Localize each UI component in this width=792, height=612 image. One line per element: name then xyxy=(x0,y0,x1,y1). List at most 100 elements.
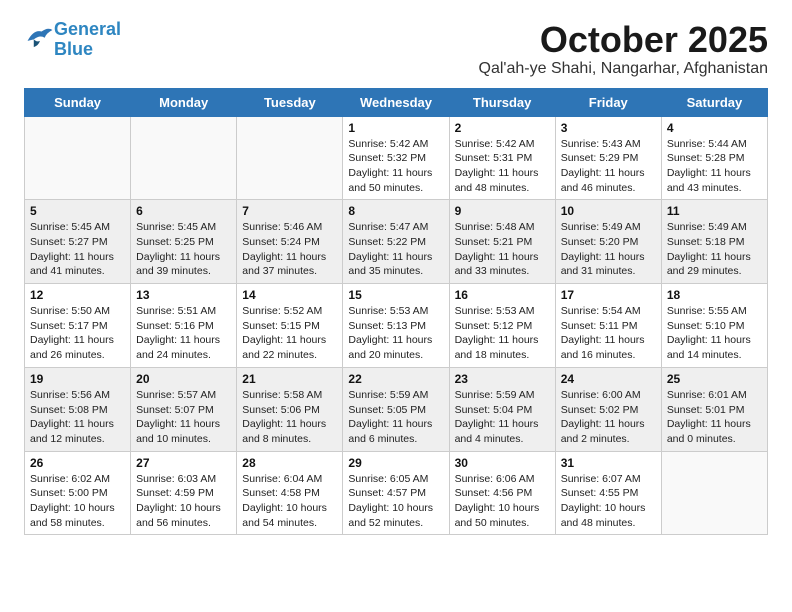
calendar-cell: 11Sunrise: 5:49 AM Sunset: 5:18 PM Dayli… xyxy=(661,200,767,284)
logo-blue: Blue xyxy=(54,39,93,59)
weekday-header-sunday: Sunday xyxy=(25,88,131,116)
day-info: Sunrise: 5:53 AM Sunset: 5:13 PM Dayligh… xyxy=(348,304,443,363)
day-info: Sunrise: 6:02 AM Sunset: 5:00 PM Dayligh… xyxy=(30,472,125,531)
day-number: 6 xyxy=(136,204,231,218)
day-info: Sunrise: 5:56 AM Sunset: 5:08 PM Dayligh… xyxy=(30,388,125,447)
day-info: Sunrise: 5:44 AM Sunset: 5:28 PM Dayligh… xyxy=(667,137,762,196)
calendar-cell: 13 Sunrise: 5:51 AM Sunset: 5:16 PM Dayli… xyxy=(131,284,237,368)
day-number: 9 xyxy=(455,204,550,218)
calendar-cell: 15 Sunrise: 5:53 AM Sunset: 5:13 PM Dayli… xyxy=(343,284,449,368)
day-info: Sunrise: 5:52 AM Sunset: 5:15 PM Dayligh… xyxy=(242,304,337,363)
day-info: Sunrise: 6:01 AM Sunset: 5:01 PM Dayligh… xyxy=(667,388,762,447)
day-number: 21 xyxy=(242,372,337,386)
day-number: 29 xyxy=(348,456,443,470)
calendar-cell: 3 Sunrise: 5:43 AM Sunset: 5:29 PM Daylig… xyxy=(555,116,661,200)
day-number: 15 xyxy=(348,288,443,302)
logo-icon xyxy=(26,25,54,49)
weekday-header-monday: Monday xyxy=(131,88,237,116)
calendar-cell: 7 Sunrise: 5:46 AM Sunset: 5:24 PM Daylig… xyxy=(237,200,343,284)
calendar-cell: 21 Sunrise: 5:58 AM Sunset: 5:06 PM Dayli… xyxy=(237,367,343,451)
day-info: Sunrise: 6:06 AM Sunset: 4:56 PM Dayligh… xyxy=(455,472,550,531)
calendar-cell: 16 Sunrise: 5:53 AM Sunset: 5:12 PM Dayli… xyxy=(449,284,555,368)
day-number: 19 xyxy=(30,372,125,386)
weekday-header-saturday: Saturday xyxy=(661,88,767,116)
day-number: 7 xyxy=(242,204,337,218)
day-number: 27 xyxy=(136,456,231,470)
day-info: Sunrise: 5:46 AM Sunset: 5:24 PM Dayligh… xyxy=(242,220,337,279)
day-info: Sunrise: 5:51 AM Sunset: 5:16 PM Dayligh… xyxy=(136,304,231,363)
calendar-cell: 8 Sunrise: 5:47 AM Sunset: 5:22 PM Daylig… xyxy=(343,200,449,284)
day-number: 25 xyxy=(667,372,762,386)
calendar-cell: 26 Sunrise: 6:02 AM Sunset: 5:00 PM Dayli… xyxy=(25,451,131,535)
calendar-cell: 12Sunrise: 5:50 AM Sunset: 5:17 PM Dayli… xyxy=(25,284,131,368)
calendar-cell xyxy=(25,116,131,200)
day-number: 3 xyxy=(561,121,656,135)
day-number: 8 xyxy=(348,204,443,218)
calendar-cell: 27Sunrise: 6:03 AM Sunset: 4:59 PM Dayli… xyxy=(131,451,237,535)
calendar-cell: 5 Sunrise: 5:45 AM Sunset: 5:27 PM Daylig… xyxy=(25,200,131,284)
page: General Blue October 2025 Qal'ah-ye Shah… xyxy=(0,0,792,555)
day-info: Sunrise: 5:53 AM Sunset: 5:12 PM Dayligh… xyxy=(455,304,550,363)
title-block: October 2025 Qal'ah-ye Shahi, Nangarhar,… xyxy=(479,20,768,78)
day-number: 16 xyxy=(455,288,550,302)
calendar: SundayMondayTuesdayWednesdayThursdayFrid… xyxy=(24,88,768,536)
day-number: 30 xyxy=(455,456,550,470)
day-info: Sunrise: 6:04 AM Sunset: 4:58 PM Dayligh… xyxy=(242,472,337,531)
day-number: 10 xyxy=(561,204,656,218)
day-info: Sunrise: 5:58 AM Sunset: 5:06 PM Dayligh… xyxy=(242,388,337,447)
day-number: 2 xyxy=(455,121,550,135)
day-info: Sunrise: 5:59 AM Sunset: 5:04 PM Dayligh… xyxy=(455,388,550,447)
day-info: Sunrise: 6:05 AM Sunset: 4:57 PM Dayligh… xyxy=(348,472,443,531)
day-number: 20 xyxy=(136,372,231,386)
day-info: Sunrise: 5:43 AM Sunset: 5:29 PM Dayligh… xyxy=(561,137,656,196)
day-info: Sunrise: 6:00 AM Sunset: 5:02 PM Dayligh… xyxy=(561,388,656,447)
calendar-cell: 18 Sunrise: 5:55 AM Sunset: 5:10 PM Dayli… xyxy=(661,284,767,368)
weekday-header-row: SundayMondayTuesdayWednesdayThursdayFrid… xyxy=(25,88,768,116)
calendar-cell: 9 Sunrise: 5:48 AM Sunset: 5:21 PM Daylig… xyxy=(449,200,555,284)
day-number: 22 xyxy=(348,372,443,386)
day-number: 14 xyxy=(242,288,337,302)
day-info: Sunrise: 5:45 AM Sunset: 5:25 PM Dayligh… xyxy=(136,220,231,279)
calendar-cell: 10Sunrise: 5:49 AM Sunset: 5:20 PM Dayli… xyxy=(555,200,661,284)
calendar-cell xyxy=(237,116,343,200)
weekday-header-tuesday: Tuesday xyxy=(237,88,343,116)
calendar-cell: 6 Sunrise: 5:45 AM Sunset: 5:25 PM Daylig… xyxy=(131,200,237,284)
logo: General Blue xyxy=(24,20,121,60)
calendar-week-1: 1 Sunrise: 5:42 AM Sunset: 5:32 PM Daylig… xyxy=(25,116,768,200)
day-info: Sunrise: 5:42 AM Sunset: 5:31 PM Dayligh… xyxy=(455,137,550,196)
calendar-cell: 31Sunrise: 6:07 AM Sunset: 4:55 PM Dayli… xyxy=(555,451,661,535)
calendar-cell: 14 Sunrise: 5:52 AM Sunset: 5:15 PM Dayli… xyxy=(237,284,343,368)
day-info: Sunrise: 5:57 AM Sunset: 5:07 PM Dayligh… xyxy=(136,388,231,447)
day-number: 18 xyxy=(667,288,762,302)
calendar-cell: 2 Sunrise: 5:42 AM Sunset: 5:31 PM Daylig… xyxy=(449,116,555,200)
day-info: Sunrise: 5:49 AM Sunset: 5:18 PM Dayligh… xyxy=(667,220,762,279)
calendar-cell: 19 Sunrise: 5:56 AM Sunset: 5:08 PM Dayli… xyxy=(25,367,131,451)
month-title: October 2025 xyxy=(479,20,768,60)
logo-text: General Blue xyxy=(54,20,121,60)
calendar-cell: 24Sunrise: 6:00 AM Sunset: 5:02 PM Dayli… xyxy=(555,367,661,451)
day-number: 1 xyxy=(348,121,443,135)
header: General Blue October 2025 Qal'ah-ye Shah… xyxy=(24,20,768,78)
day-number: 26 xyxy=(30,456,125,470)
logo-general: General xyxy=(54,19,121,39)
calendar-cell: 25 Sunrise: 6:01 AM Sunset: 5:01 PM Dayli… xyxy=(661,367,767,451)
day-info: Sunrise: 5:42 AM Sunset: 5:32 PM Dayligh… xyxy=(348,137,443,196)
calendar-cell: 20 Sunrise: 5:57 AM Sunset: 5:07 PM Dayli… xyxy=(131,367,237,451)
day-info: Sunrise: 5:48 AM Sunset: 5:21 PM Dayligh… xyxy=(455,220,550,279)
day-number: 4 xyxy=(667,121,762,135)
calendar-cell: 17Sunrise: 5:54 AM Sunset: 5:11 PM Dayli… xyxy=(555,284,661,368)
calendar-cell: 23 Sunrise: 5:59 AM Sunset: 5:04 PM Dayli… xyxy=(449,367,555,451)
day-info: Sunrise: 5:59 AM Sunset: 5:05 PM Dayligh… xyxy=(348,388,443,447)
day-info: Sunrise: 5:55 AM Sunset: 5:10 PM Dayligh… xyxy=(667,304,762,363)
calendar-cell xyxy=(661,451,767,535)
day-info: Sunrise: 5:45 AM Sunset: 5:27 PM Dayligh… xyxy=(30,220,125,279)
day-info: Sunrise: 5:50 AM Sunset: 5:17 PM Dayligh… xyxy=(30,304,125,363)
day-number: 17 xyxy=(561,288,656,302)
calendar-cell: 22 Sunrise: 5:59 AM Sunset: 5:05 PM Dayli… xyxy=(343,367,449,451)
location-title: Qal'ah-ye Shahi, Nangarhar, Afghanistan xyxy=(479,60,768,78)
day-number: 23 xyxy=(455,372,550,386)
day-number: 5 xyxy=(30,204,125,218)
day-info: Sunrise: 5:47 AM Sunset: 5:22 PM Dayligh… xyxy=(348,220,443,279)
weekday-header-wednesday: Wednesday xyxy=(343,88,449,116)
day-number: 13 xyxy=(136,288,231,302)
